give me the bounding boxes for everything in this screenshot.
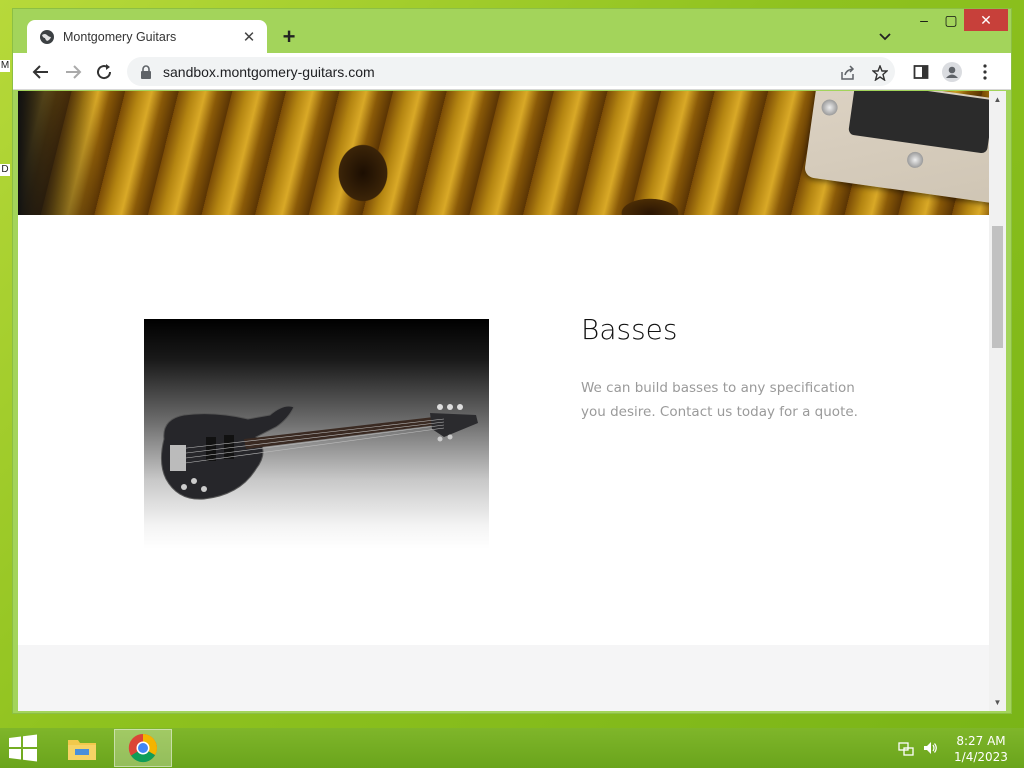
maximize-button[interactable]: ▢: [938, 9, 964, 31]
share-icon[interactable]: [839, 64, 857, 82]
tab-title: Montgomery Guitars: [63, 30, 177, 44]
minimize-button[interactable]: –: [911, 9, 937, 31]
hero-guitar-pickup: [803, 91, 989, 205]
section-title: Basses: [581, 313, 678, 346]
profile-button[interactable]: [940, 60, 964, 84]
clock-time: 8:27 AM: [956, 734, 1006, 748]
taskbar-clock[interactable]: 8:27 AM 1/4/2023: [950, 733, 1012, 765]
tab-close-icon[interactable]: ✕: [241, 29, 257, 46]
bass-guitar-image: [144, 319, 489, 549]
side-panel-button[interactable]: [909, 60, 933, 84]
lock-icon: [141, 64, 151, 79]
scroll-down-icon[interactable]: ▼: [989, 694, 1006, 711]
new-tab-button[interactable]: +: [277, 24, 301, 49]
back-button[interactable]: [29, 60, 53, 84]
section-description: We can build basses to any specification…: [581, 380, 858, 420]
desktop-edge-glyph: M: [0, 60, 10, 72]
reload-icon: [97, 64, 112, 80]
file-explorer-icon: [68, 740, 96, 760]
reload-button[interactable]: [92, 60, 116, 84]
close-window-button[interactable]: ✕: [964, 9, 1008, 31]
browser-tab[interactable]: Montgomery Guitars ✕: [27, 20, 267, 54]
bookmark-star-icon[interactable]: [871, 64, 889, 82]
bass-guitar-illustration: [160, 404, 478, 500]
title-bar: Montgomery Guitars ✕ + – ▢ ✕: [13, 9, 1011, 54]
windows-start-icon[interactable]: [8, 734, 38, 762]
side-panel-icon: [913, 65, 929, 79]
scroll-up-icon[interactable]: ▲: [989, 91, 1006, 108]
globe-icon: [40, 30, 54, 44]
more-vertical-icon: [983, 64, 987, 80]
browser-window: Montgomery Guitars ✕ + – ▢ ✕ sandbox.mon…: [12, 8, 1012, 714]
address-url: sandbox.montgomery-guitars.com: [163, 63, 375, 80]
network-icon[interactable]: [898, 740, 914, 756]
file-explorer-button[interactable]: [53, 729, 111, 767]
chevron-down-icon: [879, 33, 891, 41]
scrollbar-thumb[interactable]: [992, 226, 1003, 348]
menu-button[interactable]: [973, 60, 997, 84]
desktop-edge-glyph: D: [0, 164, 10, 176]
address-bar[interactable]: sandbox.montgomery-guitars.com: [127, 57, 895, 86]
chrome-taskbar-button[interactable]: [114, 729, 172, 767]
forward-button[interactable]: [61, 60, 85, 84]
hero-image: [18, 91, 989, 215]
arrow-left-icon: [32, 65, 48, 79]
taskbar: 8:27 AM 1/4/2023: [0, 728, 1024, 768]
page-scrollbar[interactable]: ▲ ▼: [989, 91, 1006, 711]
tab-search-button[interactable]: [875, 27, 895, 47]
browser-toolbar: sandbox.montgomery-guitars.com: [13, 53, 1011, 90]
chrome-icon: [128, 733, 157, 763]
volume-icon[interactable]: [922, 740, 938, 756]
arrow-right-icon: [66, 65, 82, 79]
footer-band: [18, 645, 989, 711]
clock-date: 1/4/2023: [954, 750, 1008, 764]
page-viewport: Basses We can build basses to any specif…: [18, 91, 989, 711]
profile-avatar-icon: [942, 62, 962, 82]
